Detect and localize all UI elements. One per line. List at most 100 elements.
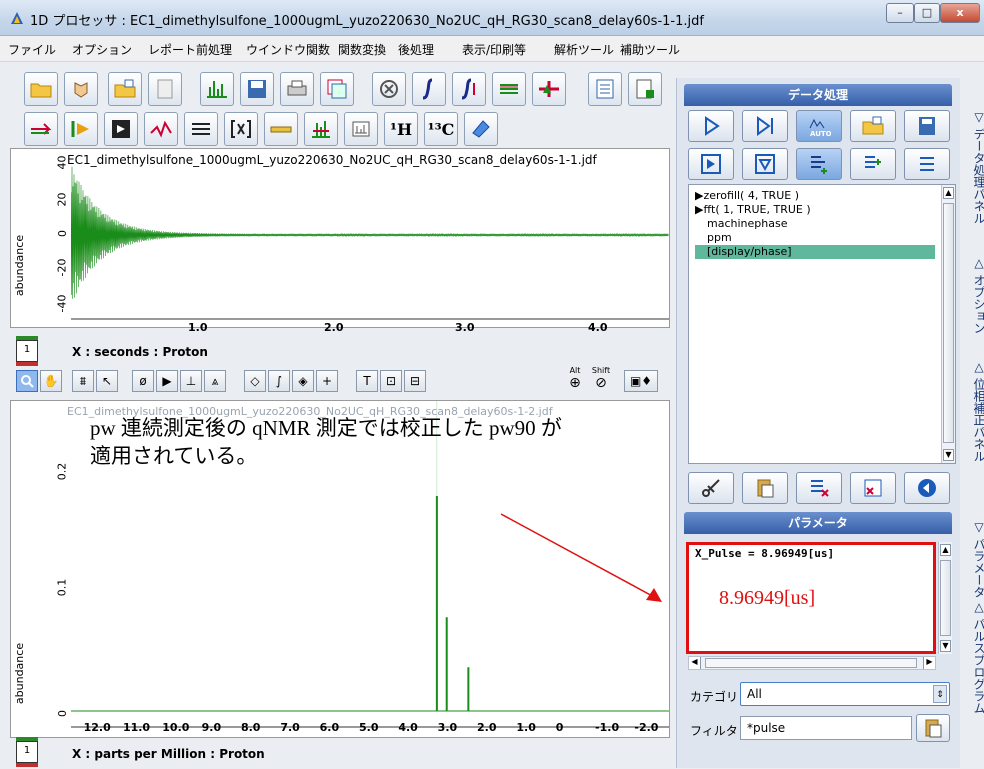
text-tool-button[interactable]: T <box>356 370 378 392</box>
run-button[interactable] <box>688 110 734 142</box>
hand-process-button[interactable] <box>64 72 98 106</box>
scroll-down-icon[interactable]: ▼ <box>943 449 954 461</box>
maximize-button[interactable]: □ <box>914 3 940 23</box>
cut-button[interactable] <box>688 472 734 504</box>
spectrum-button[interactable] <box>200 72 234 106</box>
filter-apply-button[interactable] <box>916 714 950 742</box>
shift-modifier[interactable]: Shift ⊘ <box>590 366 612 391</box>
auto-button[interactable]: AUTO <box>796 110 842 142</box>
window-tool-button[interactable]: ⊟ <box>404 370 426 392</box>
fid-plot-frame[interactable]: EC1_dimethylsulfone_1000ugmL_yuzo220630_… <box>10 148 670 328</box>
carbon-button[interactable]: ¹³C <box>424 112 458 146</box>
command-item[interactable]: ppm <box>707 231 732 245</box>
pan-tool-button[interactable]: ✋ <box>40 370 62 392</box>
bracket-button[interactable] <box>224 112 258 146</box>
play-spectrum-button[interactable] <box>64 112 98 146</box>
scale-tool-button[interactable]: ⩩ <box>72 370 94 392</box>
peak-tool-button[interactable]: ⩓ <box>204 370 226 392</box>
open-file-button[interactable] <box>108 72 142 106</box>
list-button[interactable] <box>904 148 950 180</box>
open-macro-button[interactable] <box>850 110 896 142</box>
param-scroll-right-icon[interactable]: ▶ <box>923 657 935 669</box>
command-item[interactable]: ▶zerofill( 4, TRUE ) <box>695 189 799 203</box>
peak-list-button[interactable] <box>492 72 526 106</box>
param-hscroll-thumb[interactable] <box>705 658 917 668</box>
menu-postprocess[interactable]: 後処理 <box>398 41 434 58</box>
cursor-tool-button[interactable]: ↖ <box>96 370 118 392</box>
param-scroll-thumb[interactable] <box>940 560 951 636</box>
zoom-window-button[interactable] <box>344 112 378 146</box>
reload-button[interactable] <box>148 72 182 106</box>
command-item[interactable]: ▶fft( 1, TRUE, TRUE ) <box>695 203 811 217</box>
menu-aux-tools[interactable]: 補助ツール <box>620 41 680 58</box>
phase-tool-button[interactable]: ø <box>132 370 154 392</box>
crosshair-tool-button[interactable]: + <box>316 370 338 392</box>
menu-report[interactable]: レポート <box>148 41 196 58</box>
multi-integral-button[interactable] <box>452 72 486 106</box>
category-select[interactable]: All ⇕ <box>740 682 950 706</box>
param-box[interactable]: X_Pulse = 8.96949[us] 8.96949[us] <box>686 542 936 654</box>
side-tab-pulse-program[interactable]: △ パルスプログラム <box>962 600 984 714</box>
step-down-button[interactable] <box>742 148 788 180</box>
menu-options[interactable]: オプション <box>72 41 132 58</box>
frame-tool-button[interactable]: ⊡ <box>380 370 402 392</box>
param-scrollbar[interactable]: ▲ ▼ <box>938 542 952 654</box>
notes-button[interactable] <box>628 72 662 106</box>
back-button[interactable] <box>904 472 950 504</box>
proton-button[interactable]: ¹H <box>384 112 418 146</box>
save-button[interactable] <box>240 72 274 106</box>
delete-button[interactable] <box>850 472 896 504</box>
multi-plot-button[interactable] <box>320 72 354 106</box>
menu-file[interactable]: ファイル <box>8 41 56 58</box>
param-scroll-left-icon[interactable]: ◀ <box>689 657 701 669</box>
menu-display-print[interactable]: 表示/印刷等 <box>462 41 526 58</box>
eraser-tool-button[interactable]: ◈ <box>292 370 314 392</box>
scroll-thumb[interactable] <box>943 203 954 443</box>
command-list-scrollbar[interactable]: ▲ ▼ <box>941 185 955 463</box>
paste-button[interactable] <box>742 472 788 504</box>
spectrum-row-index[interactable]: 1 <box>16 737 38 767</box>
align-button[interactable] <box>184 112 218 146</box>
expand-button[interactable] <box>104 112 138 146</box>
ruler-button[interactable] <box>264 112 298 146</box>
integral-button[interactable] <box>412 72 446 106</box>
play-tool-button[interactable]: ▶ <box>156 370 178 392</box>
eraser-button[interactable] <box>464 112 498 146</box>
command-item[interactable]: machinephase <box>707 217 787 231</box>
arrow-process-button[interactable] <box>24 112 58 146</box>
menu-transform[interactable]: 関数変換 <box>338 41 386 58</box>
open-folder-button[interactable] <box>24 72 58 106</box>
baseline-tool-button[interactable]: ⊥ <box>180 370 202 392</box>
minimize-button[interactable]: – <box>886 3 914 23</box>
print-button[interactable] <box>280 72 314 106</box>
integral-tool-button[interactable]: ∫ <box>268 370 290 392</box>
menu-window-function[interactable]: ウインドウ関数 <box>246 41 330 58</box>
peak-pick-button[interactable] <box>304 112 338 146</box>
command-list[interactable]: ▶zerofill( 4, TRUE ) ▶fft( 1, TRUE, TRUE… <box>688 184 956 464</box>
param-hscrollbar[interactable]: ◀ ▶ <box>688 656 936 670</box>
step-button[interactable] <box>742 110 788 142</box>
filter-input[interactable]: *pulse <box>740 716 912 740</box>
side-tab-parameters[interactable]: ▽ パラメータ <box>962 520 984 598</box>
cancel-button[interactable] <box>372 72 406 106</box>
report-button[interactable] <box>588 72 622 106</box>
display-mode-button[interactable]: ▣♦ <box>624 370 658 392</box>
side-tab-data-panel[interactable]: ▽ データ処理パネル <box>962 110 984 224</box>
menu-analysis-tools[interactable]: 解析ツール <box>554 41 614 58</box>
save-macro-button[interactable] <box>904 110 950 142</box>
command-item-selected[interactable]: [display/phase] <box>695 245 935 259</box>
spinner-icon[interactable]: ⇕ <box>933 685 947 703</box>
fid-row-index[interactable]: 1 <box>16 336 38 366</box>
alt-modifier[interactable]: Alt ⊕ <box>564 366 586 391</box>
remove-command-button[interactable] <box>796 472 842 504</box>
close-button[interactable]: x <box>940 3 980 23</box>
scroll-up-icon[interactable]: ▲ <box>943 187 954 199</box>
add-command-button[interactable] <box>796 148 842 180</box>
diamond-tool-button[interactable]: ◇ <box>244 370 266 392</box>
menu-preprocess[interactable]: 前処理 <box>196 41 232 58</box>
phase-button[interactable] <box>532 72 566 106</box>
side-tab-options[interactable]: △ オプション <box>962 256 984 334</box>
insert-command-button[interactable] <box>850 148 896 180</box>
zoom-tool-button[interactable] <box>16 370 38 392</box>
param-scroll-down-icon[interactable]: ▼ <box>940 640 951 652</box>
